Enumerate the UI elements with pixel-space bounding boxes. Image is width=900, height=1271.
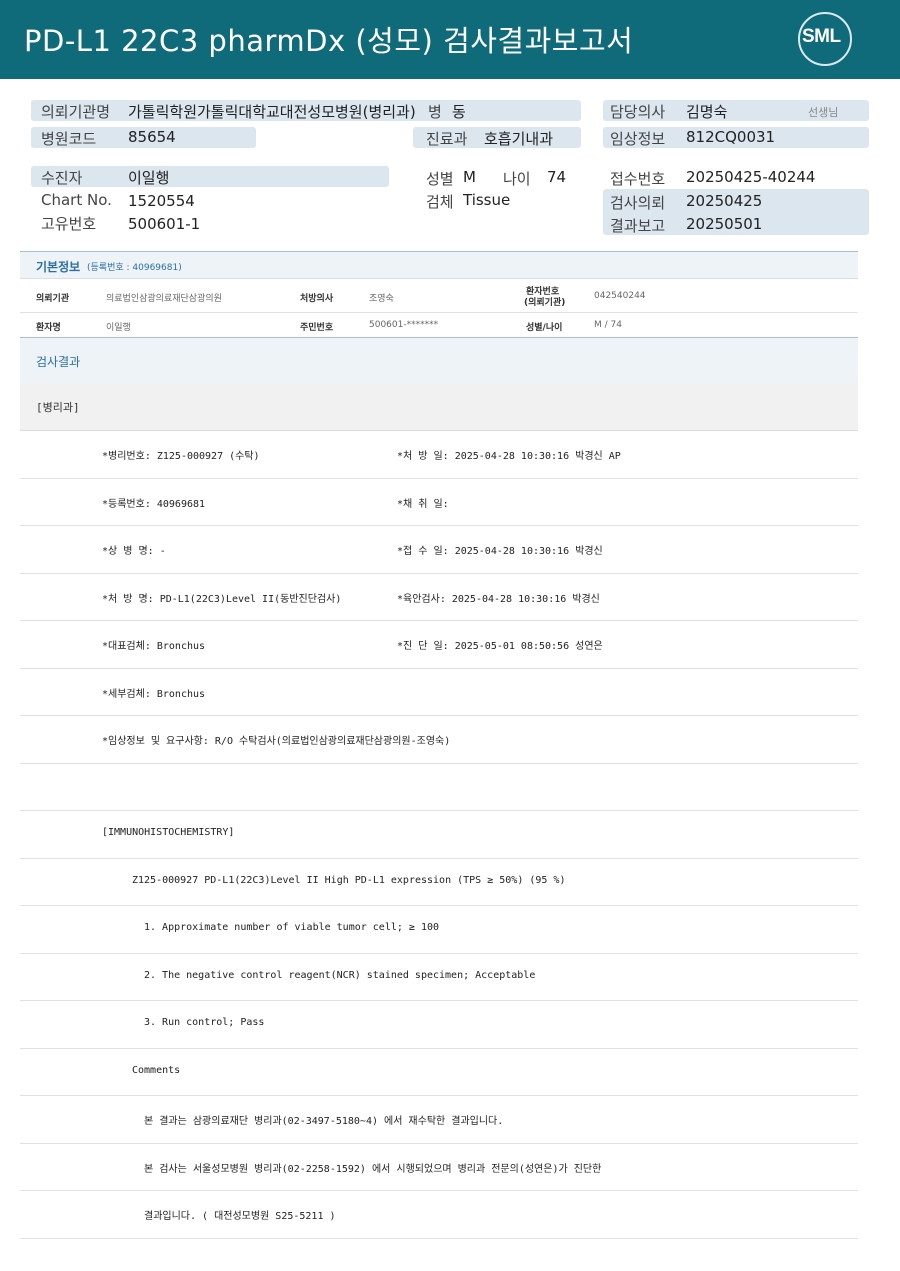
result-line-text: *처 방 명: PD-L1(22C3)Level II(동반진단검사) — [102, 593, 342, 605]
report-date-label: 결과보고 — [610, 217, 666, 235]
result-line-text: [IMMUNOHISTOCHEMISTRY] — [102, 827, 235, 838]
result-line: *처 방 명: PD-L1(22C3)Level II(동반진단검사) *육안검사… — [20, 574, 858, 621]
request-value: 20250425 — [686, 192, 763, 210]
patient-bar — [31, 166, 389, 187]
specimen-value: Tissue — [463, 191, 511, 209]
result-line: *세부검체: Bronchus — [20, 669, 858, 716]
chart-value: 1520554 — [128, 192, 195, 210]
result-line-text-right: *접 수 일: 2025-04-28 10:30:16 박경신 — [397, 546, 603, 557]
result-line: *임상정보 및 요구사항: R/O 수탁검사(의료법인삼광의료재단삼광의원-조영… — [20, 716, 858, 764]
result-line: *등록번호: 40969681 *채 취 일: — [20, 479, 858, 526]
chart-label: Chart No. — [41, 191, 112, 209]
result-line-text: Comments — [132, 1064, 181, 1076]
result-line-text: *병리번호: Z125-000927 (수탁) — [102, 451, 260, 462]
requester-value: 의료법인삼광의료재단삼광의원 — [106, 294, 222, 304]
result-line-text: 본 결과는 삼광의료재단 병리과(02-3497-5180~4) 에서 재수탁한… — [144, 1116, 504, 1127]
result-line-text-right: *처 방 일: 2025-04-28 10:30:16 박경신 AP — [397, 451, 621, 462]
uid-label: 고유번호 — [41, 215, 97, 233]
sex-label: 성별 — [426, 170, 454, 188]
result-line: [IMMUNOHISTOCHEMISTRY] — [20, 811, 858, 859]
basic-info-row: 의뢰기관 의료법인삼광의료재단삼광의원 처방의사 조영숙 환자번호 (의뢰기관)… — [20, 279, 858, 313]
basic-info-reg: (등록번호 : 40969681) — [87, 263, 182, 273]
result-line-text: *임상정보 및 요구사항: R/O 수탁검사(의료법인삼광의료재단삼광의원-조영… — [102, 736, 451, 747]
specimen-label: 검체 — [426, 193, 454, 211]
patient-no-sublabel: (의뢰기관) — [524, 298, 566, 308]
clinical-value: 812CQ0031 — [686, 128, 776, 146]
result-lines: *병리번호: Z125-000927 (수탁) *처 방 일: 2025-04-2… — [20, 431, 858, 1239]
basic-info-title: 기본정보 — [36, 260, 81, 274]
uid-value: 500601-1 — [128, 215, 201, 233]
prescriber-label: 처방의사 — [300, 294, 334, 304]
patient-name-label: 환자명 — [36, 323, 61, 333]
receipt-value: 20250425-40244 — [686, 168, 816, 186]
resident-no-value: 500601-******* — [369, 320, 439, 330]
sex-value: M — [463, 168, 476, 186]
institution-value: 가톨릭학원가톨릭대학교대전성모병원(병리과) — [128, 103, 416, 121]
institution-label: 의뢰기관명 — [41, 103, 111, 121]
logo-text: SML — [802, 26, 841, 47]
receipt-label: 접수번호 — [610, 170, 666, 188]
result-line: 결과입니다. ( 대전성모병원 S25-5211 ) — [20, 1191, 858, 1239]
hospital-code-label: 병원코드 — [41, 130, 97, 148]
age-value: 74 — [547, 168, 567, 186]
patient-value: 이일행 — [128, 169, 170, 187]
result-line-text: 본 검사는 서울성모병원 병리과(02-2258-1592) 에서 시행되었으며… — [144, 1163, 602, 1175]
result-line: 본 결과는 삼광의료재단 병리과(02-3497-5180~4) 에서 재수탁한… — [20, 1096, 858, 1144]
result-line-text-right: *진 단 일: 2025-05-01 08:50:56 성연은 — [397, 641, 603, 652]
result-line-text: *상 병 명: - — [102, 546, 166, 557]
dept-value: 호흡기내과 — [484, 130, 554, 148]
result-header: 검사결과 — [20, 337, 858, 384]
sex-age-value: M / 74 — [594, 320, 622, 330]
result-line-text: Z125-000927 PD-L1(22C3)Level II High PD-… — [132, 874, 566, 886]
clinical-label: 임상정보 — [610, 130, 666, 148]
result-line: 본 검사는 서울성모병원 병리과(02-2258-1592) 에서 시행되었으며… — [20, 1144, 858, 1191]
result-line-text-right: *채 취 일: — [397, 498, 449, 510]
prescriber-value: 조영숙 — [369, 294, 394, 304]
basic-info-header: 기본정보 (등록번호 : 40969681) — [20, 251, 858, 279]
result-line: 2. The negative control reagent(NCR) sta… — [20, 954, 858, 1001]
result-line-text: *세부검체: Bronchus — [102, 688, 206, 700]
result-line: *상 병 명: - *접 수 일: 2025-04-28 10:30:16 박경신 — [20, 526, 858, 574]
resident-no-label: 주민번호 — [300, 323, 334, 333]
requester-label: 의뢰기관 — [36, 294, 70, 304]
result-line-text: 결과입니다. ( 대전성모병원 S25-5211 ) — [144, 1211, 336, 1222]
basic-info-section: 기본정보 (등록번호 : 40969681) 의뢰기관 의료법인삼광의료재단삼광… — [20, 251, 858, 337]
doctor-label: 담당의사 — [610, 103, 666, 121]
result-line — [20, 764, 858, 811]
dept-label: 진료과 — [426, 130, 468, 148]
result-line-text: 2. The negative control reagent(NCR) sta… — [144, 969, 536, 981]
sex-age-label: 성별/나이 — [526, 323, 563, 333]
result-line: *대표검체: Bronchus *진 단 일: 2025-05-01 08:50:… — [20, 621, 858, 669]
report-date-value: 20250501 — [686, 215, 763, 233]
result-line: 1. Approximate number of viable tumor ce… — [20, 906, 858, 954]
pathology-dept-header: [병리과] — [20, 383, 858, 431]
ward-value: 동 — [452, 103, 466, 121]
basic-info-row: 환자명 이일행 주민번호 500601-******* 성별/나이 M / 74 — [20, 313, 858, 337]
result-line: 3. Run control; Pass — [20, 1001, 858, 1049]
patient-no-value: 042540244 — [594, 291, 646, 301]
doctor-value: 김명숙 — [686, 103, 728, 121]
ward-label: 병 — [428, 103, 442, 121]
report-title: PD-L1 22C3 pharmDx (성모) 검사결과보고서 — [24, 24, 634, 58]
result-title: 검사결과 — [36, 355, 81, 369]
request-label: 검사의뢰 — [610, 194, 666, 212]
doctor-suffix: 선생님 — [808, 106, 839, 119]
result-line-text-right: *육안검사: 2025-04-28 10:30:16 박경신 — [397, 593, 600, 605]
result-line-text: *등록번호: 40969681 — [102, 498, 206, 510]
pathology-dept-label: [병리과] — [36, 401, 80, 414]
result-line-text: 3. Run control; Pass — [144, 1017, 265, 1028]
result-line: Z125-000927 PD-L1(22C3)Level II High PD-… — [20, 859, 858, 906]
age-label: 나이 — [503, 170, 531, 188]
result-line-text: 1. Approximate number of viable tumor ce… — [144, 922, 440, 933]
result-line-text: *대표검체: Bronchus — [102, 641, 206, 652]
hospital-code-value: 85654 — [128, 128, 176, 146]
patient-label: 수진자 — [41, 169, 83, 187]
sml-logo-icon: SML — [798, 12, 854, 68]
result-line: *병리번호: Z125-000927 (수탁) *처 방 일: 2025-04-2… — [20, 431, 858, 479]
patient-name-value: 이일행 — [106, 323, 131, 333]
result-line: Comments — [20, 1049, 858, 1096]
report-header: PD-L1 22C3 pharmDx (성모) 검사결과보고서 SML — [0, 0, 900, 79]
